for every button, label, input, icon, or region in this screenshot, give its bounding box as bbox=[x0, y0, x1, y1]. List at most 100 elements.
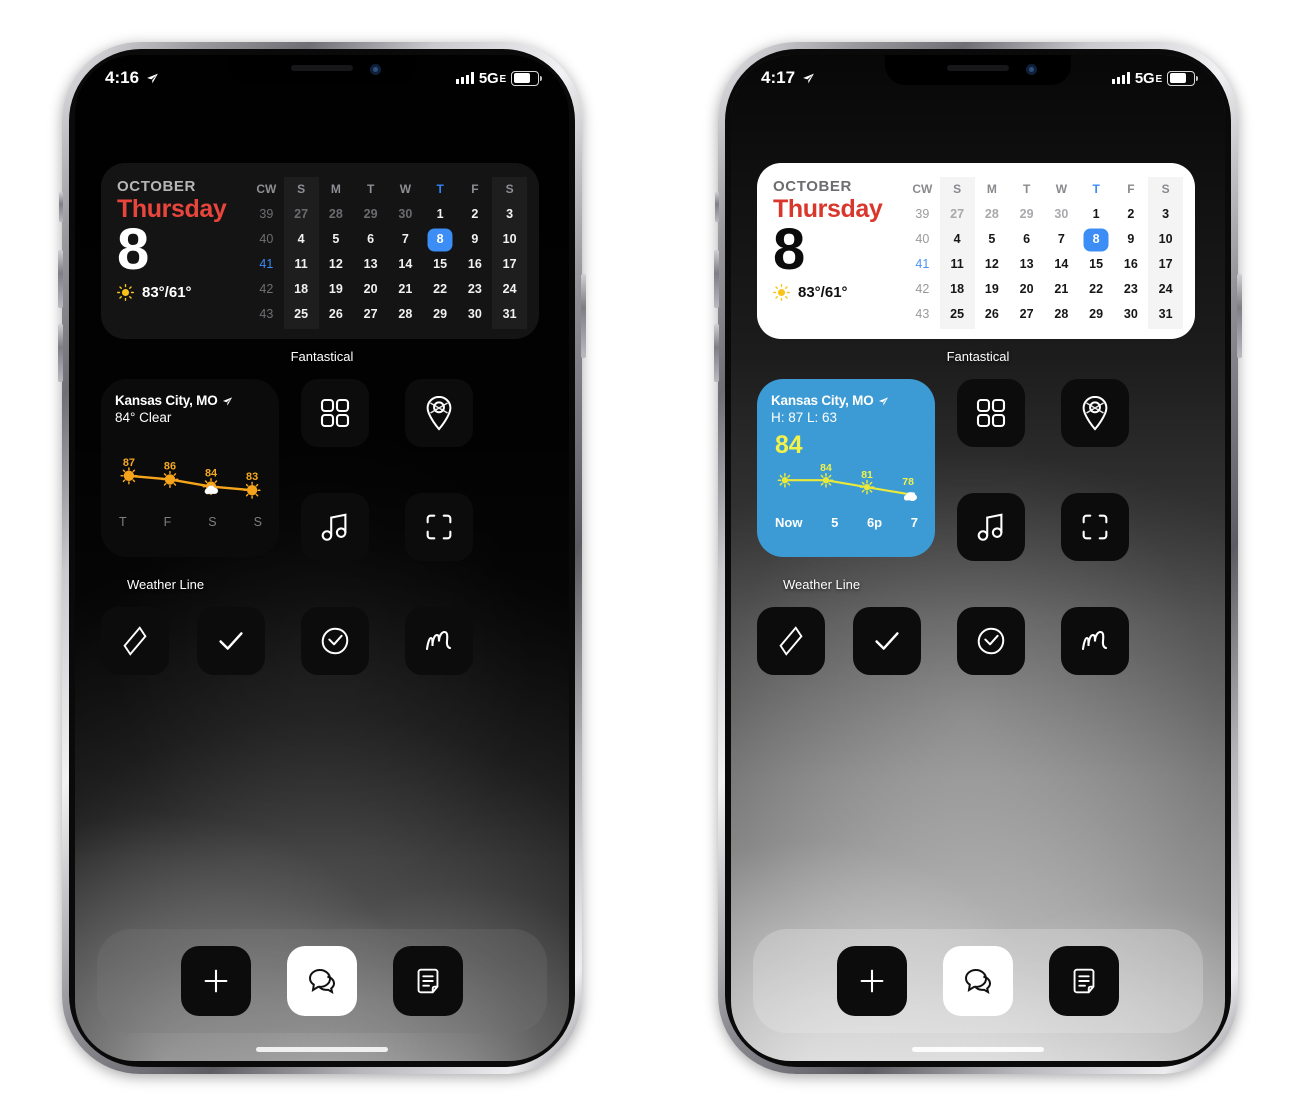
dock-icon-note-document-icon[interactable] bbox=[1049, 946, 1119, 1016]
calendar-day-cell[interactable]: 7 bbox=[1044, 227, 1079, 252]
calendar-day-cell[interactable]: 28 bbox=[388, 302, 423, 327]
calendar-day-cell[interactable]: 1 bbox=[423, 202, 458, 227]
calendar-day-cell[interactable]: 30 bbox=[1114, 302, 1149, 327]
mute-switch[interactable] bbox=[59, 192, 63, 222]
calendar-day-cell[interactable]: 25 bbox=[940, 302, 975, 327]
calendar-day-cell[interactable]: 24 bbox=[492, 277, 527, 302]
app-icon-circle-check-icon[interactable] bbox=[957, 607, 1025, 675]
app-icon-checkmark-icon[interactable] bbox=[853, 607, 921, 675]
calendar-day-cell[interactable]: 30 bbox=[458, 302, 493, 327]
calendar-day-cell[interactable]: 13 bbox=[353, 252, 388, 277]
calendar-day-cell[interactable]: 22 bbox=[423, 277, 458, 302]
power-button[interactable] bbox=[581, 274, 586, 358]
dock-icon-plus-icon[interactable] bbox=[181, 946, 251, 1016]
calendar-day-cell[interactable]: 2 bbox=[1114, 202, 1149, 227]
calendar-day-cell[interactable]: 4 bbox=[940, 227, 975, 252]
calendar-day-cell[interactable]: 23 bbox=[1114, 277, 1149, 302]
calendar-day-cell[interactable]: 20 bbox=[1009, 277, 1044, 302]
app-icon-music-note-icon[interactable] bbox=[957, 493, 1025, 561]
calendar-day-cell[interactable]: 25 bbox=[284, 302, 319, 327]
calendar-day-cell[interactable]: 28 bbox=[975, 202, 1010, 227]
calendar-day-cell[interactable]: 17 bbox=[1148, 252, 1183, 277]
power-button[interactable] bbox=[1237, 274, 1242, 358]
calendar-day-cell[interactable]: 17 bbox=[492, 252, 527, 277]
calendar-day-selected[interactable]: 8 bbox=[423, 227, 458, 252]
calendar-day-cell[interactable]: 14 bbox=[1044, 252, 1079, 277]
calendar-day-cell[interactable]: 28 bbox=[319, 202, 354, 227]
calendar-day-cell[interactable]: 2 bbox=[458, 202, 493, 227]
calendar-day-cell[interactable]: 18 bbox=[284, 277, 319, 302]
app-icon-circle-check-icon[interactable] bbox=[301, 607, 369, 675]
widget-weather-line[interactable]: Kansas City, MO H: 87 L: 63 8484848178 N… bbox=[757, 379, 935, 557]
calendar-day-cell[interactable]: 4 bbox=[284, 227, 319, 252]
calendar-day-cell[interactable]: 12 bbox=[975, 252, 1010, 277]
calendar-day-cell[interactable]: 18 bbox=[940, 277, 975, 302]
calendar-day-cell[interactable]: 29 bbox=[353, 202, 388, 227]
home-indicator[interactable] bbox=[256, 1047, 388, 1052]
app-icon-checkmark-icon[interactable] bbox=[197, 607, 265, 675]
calendar-day-cell[interactable]: 21 bbox=[1044, 277, 1079, 302]
volume-up-button[interactable] bbox=[714, 250, 719, 308]
calendar-day-cell[interactable]: 14 bbox=[388, 252, 423, 277]
home-indicator[interactable] bbox=[912, 1047, 1044, 1052]
volume-down-button[interactable] bbox=[58, 324, 63, 382]
calendar-day-cell[interactable]: 10 bbox=[492, 227, 527, 252]
calendar-day-cell[interactable]: 26 bbox=[319, 302, 354, 327]
app-icon-maps-pin-icon[interactable] bbox=[1061, 379, 1129, 447]
calendar-day-cell[interactable]: 16 bbox=[1114, 252, 1149, 277]
calendar-day-cell[interactable]: 28 bbox=[1044, 302, 1079, 327]
volume-down-button[interactable] bbox=[714, 324, 719, 382]
calendar-day-cell[interactable]: 31 bbox=[492, 302, 527, 327]
app-icon-grid-icon[interactable] bbox=[301, 379, 369, 447]
app-icon-scan-frame-icon[interactable] bbox=[405, 493, 473, 561]
calendar-day-cell[interactable]: 6 bbox=[1009, 227, 1044, 252]
widget-weather-line[interactable]: Kansas City, MO 84° Clear 87 86 84 83 TFSS bbox=[101, 379, 279, 557]
calendar-day-cell[interactable]: 27 bbox=[1009, 302, 1044, 327]
calendar-day-cell[interactable]: 11 bbox=[284, 252, 319, 277]
calendar-day-cell[interactable]: 29 bbox=[1009, 202, 1044, 227]
dock-icon-note-document-icon[interactable] bbox=[393, 946, 463, 1016]
calendar-day-cell[interactable]: 27 bbox=[284, 202, 319, 227]
calendar-day-cell[interactable]: 6 bbox=[353, 227, 388, 252]
volume-up-button[interactable] bbox=[58, 250, 63, 308]
mute-switch[interactable] bbox=[715, 192, 719, 222]
calendar-day-cell[interactable]: 5 bbox=[975, 227, 1010, 252]
calendar-day-cell[interactable]: 31 bbox=[1148, 302, 1183, 327]
calendar-day-cell[interactable]: 13 bbox=[1009, 252, 1044, 277]
calendar-day-cell[interactable]: 30 bbox=[1044, 202, 1079, 227]
app-icon-grid-icon[interactable] bbox=[957, 379, 1025, 447]
calendar-day-cell[interactable]: 23 bbox=[458, 277, 493, 302]
calendar-day-cell[interactable]: 20 bbox=[353, 277, 388, 302]
calendar-day-cell[interactable]: 15 bbox=[423, 252, 458, 277]
widget-fantastical-calendar[interactable]: OCTOBER Thursday 8 83°/61° CW S M T W T … bbox=[101, 163, 539, 339]
calendar-day-cell[interactable]: 29 bbox=[1079, 302, 1114, 327]
calendar-day-selected[interactable]: 8 bbox=[1079, 227, 1114, 252]
app-icon-diamond-outline-icon[interactable] bbox=[757, 607, 825, 675]
calendar-day-cell[interactable]: 16 bbox=[458, 252, 493, 277]
calendar-day-cell[interactable]: 19 bbox=[975, 277, 1010, 302]
app-icon-cursive-n-icon[interactable] bbox=[405, 607, 473, 675]
calendar-day-cell[interactable]: 27 bbox=[353, 302, 388, 327]
calendar-day-cell[interactable]: 26 bbox=[975, 302, 1010, 327]
calendar-day-cell[interactable]: 9 bbox=[458, 227, 493, 252]
calendar-day-cell[interactable]: 29 bbox=[423, 302, 458, 327]
app-icon-music-note-icon[interactable] bbox=[301, 493, 369, 561]
app-icon-maps-pin-icon[interactable] bbox=[405, 379, 473, 447]
calendar-day-cell[interactable]: 15 bbox=[1079, 252, 1114, 277]
calendar-day-cell[interactable]: 21 bbox=[388, 277, 423, 302]
app-icon-scan-frame-icon[interactable] bbox=[1061, 493, 1129, 561]
widget-fantastical-calendar[interactable]: OCTOBER Thursday 8 83°/61° CW S M T W T … bbox=[757, 163, 1195, 339]
calendar-day-cell[interactable]: 3 bbox=[492, 202, 527, 227]
app-icon-diamond-outline-icon[interactable] bbox=[101, 607, 169, 675]
calendar-day-cell[interactable]: 9 bbox=[1114, 227, 1149, 252]
calendar-day-cell[interactable]: 19 bbox=[319, 277, 354, 302]
calendar-day-cell[interactable]: 12 bbox=[319, 252, 354, 277]
calendar-day-cell[interactable]: 30 bbox=[388, 202, 423, 227]
calendar-day-cell[interactable]: 11 bbox=[940, 252, 975, 277]
calendar-day-cell[interactable]: 27 bbox=[940, 202, 975, 227]
calendar-day-cell[interactable]: 22 bbox=[1079, 277, 1114, 302]
calendar-day-cell[interactable]: 7 bbox=[388, 227, 423, 252]
calendar-day-cell[interactable]: 1 bbox=[1079, 202, 1114, 227]
calendar-day-cell[interactable]: 24 bbox=[1148, 277, 1183, 302]
dock-icon-plus-icon[interactable] bbox=[837, 946, 907, 1016]
